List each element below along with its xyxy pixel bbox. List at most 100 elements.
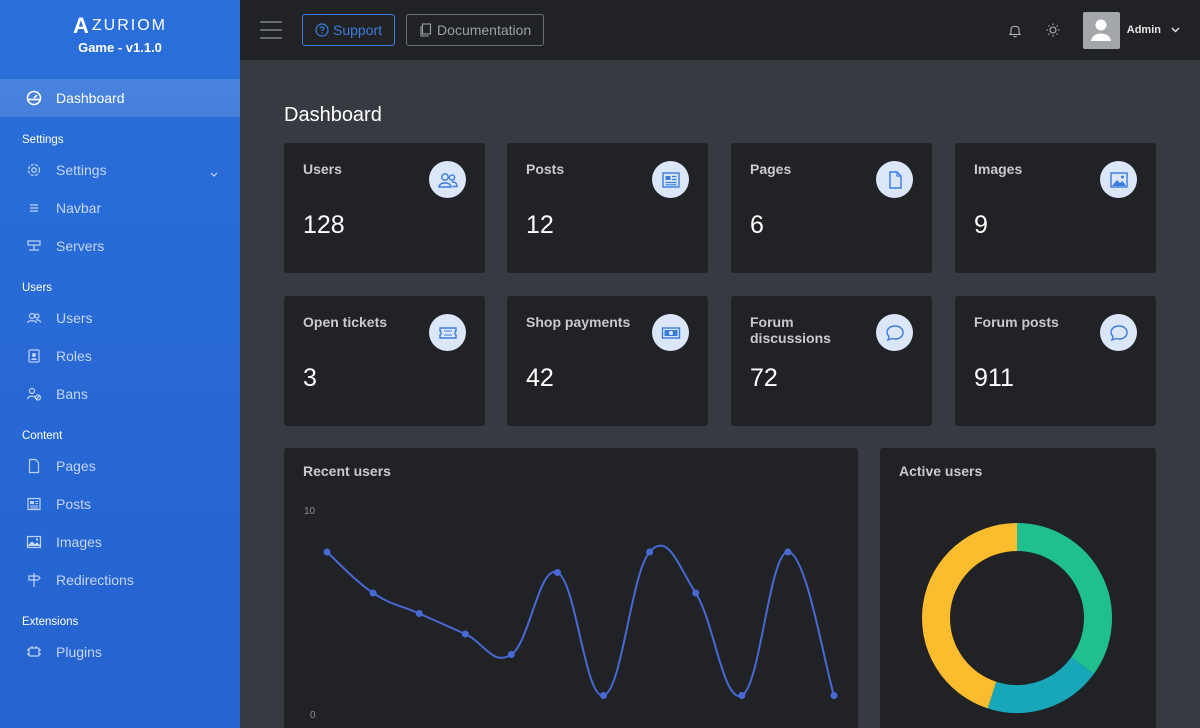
- ticket-icon: [429, 314, 466, 351]
- stat-value: 72: [750, 364, 778, 392]
- sidebar-item-label: Posts: [56, 496, 92, 512]
- brand-subtitle: Game - v1.1.0: [78, 40, 162, 55]
- puzzle-icon: [26, 644, 42, 660]
- server-icon: [26, 238, 42, 254]
- sidebar-item-settings[interactable]: Settings: [0, 151, 240, 189]
- sidebar-section-content: Content: [22, 430, 63, 442]
- chevron-down-icon: [210, 165, 218, 181]
- sidebar: A ZURIOM Game - v1.1.0 Dashboard Settings…: [0, 0, 240, 728]
- stat-label: Images: [974, 161, 1023, 177]
- stat-label: Pages: [750, 161, 792, 177]
- brand-logo-initial: A: [73, 13, 91, 38]
- active-users-chart: [922, 523, 1112, 713]
- support-button[interactable]: Support: [302, 14, 396, 46]
- series-line: [326, 544, 835, 697]
- sidebar-item-label: Plugins: [56, 644, 102, 660]
- donut-slice[interactable]: [1016, 523, 1112, 674]
- support-button-label: Support: [333, 22, 383, 38]
- gear-icon: [26, 162, 42, 178]
- stat-card-images: Images 9: [955, 143, 1156, 273]
- stat-value: 911: [974, 364, 1014, 392]
- donut-slice[interactable]: [922, 523, 1018, 709]
- chevron-down-icon[interactable]: [1171, 27, 1180, 33]
- sun-icon[interactable]: [1045, 22, 1061, 38]
- user-name[interactable]: Admin: [1127, 24, 1161, 36]
- stat-card-open-tickets: Open tickets 3: [284, 296, 485, 426]
- stat-value: 9: [974, 211, 988, 239]
- bell-icon[interactable]: [1007, 22, 1023, 38]
- data-point[interactable]: [507, 651, 515, 658]
- data-point[interactable]: [600, 692, 608, 699]
- users-icon: [26, 310, 42, 326]
- stat-value: 42: [526, 364, 554, 392]
- page-title: Dashboard: [284, 104, 382, 126]
- sidebar-item-label: Users: [56, 310, 93, 326]
- sidebar-item-plugins[interactable]: Plugins: [0, 633, 240, 671]
- data-point[interactable]: [323, 548, 331, 556]
- menu-toggle-icon[interactable]: [260, 21, 282, 39]
- brand[interactable]: A ZURIOM Game - v1.1.0: [0, 0, 240, 68]
- user-ban-icon: [26, 386, 42, 402]
- chat-bubble-icon: [876, 314, 913, 351]
- sidebar-section-users: Users: [22, 282, 53, 294]
- sidebar-item-label: Redirections: [56, 572, 134, 588]
- sidebar-item-roles[interactable]: Roles: [0, 337, 240, 375]
- stat-value: 3: [303, 364, 317, 392]
- sidebar-item-pages[interactable]: Pages: [0, 447, 240, 485]
- brand-logo-text: ZURIOM: [91, 17, 167, 34]
- data-point[interactable]: [553, 569, 561, 576]
- sidebar-item-dashboard[interactable]: Dashboard: [0, 79, 240, 117]
- data-point[interactable]: [692, 589, 700, 597]
- cash-icon: [652, 314, 689, 351]
- stat-card-shop-payments: Shop payments 42: [507, 296, 708, 426]
- sidebar-item-label: Roles: [56, 348, 92, 364]
- data-point[interactable]: [369, 589, 377, 597]
- stat-card-forum-discussions: Forum discussions 72: [731, 296, 932, 426]
- active-users-panel: Active users: [880, 448, 1156, 728]
- stat-label: Forum posts: [974, 314, 1059, 330]
- sidebar-item-label: Bans: [56, 386, 88, 402]
- avatar[interactable]: [1082, 11, 1120, 49]
- chat-bubble-icon: [1100, 314, 1137, 351]
- sidebar-item-users[interactable]: Users: [0, 299, 240, 337]
- sidebar-item-label: Pages: [56, 458, 96, 474]
- sidebar-item-bans[interactable]: Bans: [0, 375, 240, 413]
- badge-icon: [26, 348, 42, 364]
- image-icon: [26, 534, 42, 550]
- topbar-right: Admin: [1007, 0, 1200, 60]
- recent-users-chart: [323, 544, 838, 699]
- sidebar-item-label: Images: [56, 534, 102, 550]
- stat-label: Forum discussions: [750, 314, 831, 346]
- sidebar-item-navbar[interactable]: Navbar: [0, 189, 240, 227]
- donut-slice[interactable]: [987, 656, 1094, 713]
- sidebar-item-label: Servers: [56, 238, 105, 254]
- data-point[interactable]: [738, 692, 746, 699]
- sidebar-section-extensions: Extensions: [22, 616, 79, 628]
- sidebar-item-posts[interactable]: Posts: [0, 485, 240, 523]
- stat-label: Users: [303, 161, 342, 177]
- brand-logo: A ZURIOM: [73, 13, 167, 39]
- stat-label: Shop payments: [526, 314, 631, 330]
- data-point[interactable]: [461, 630, 469, 638]
- sidebar-item-images[interactable]: Images: [0, 523, 240, 561]
- sidebar-item-label: Settings: [56, 162, 107, 178]
- sidebar-item-servers[interactable]: Servers: [0, 227, 240, 265]
- documentation-button[interactable]: Documentation: [406, 14, 545, 46]
- data-point[interactable]: [830, 692, 838, 699]
- newspaper-icon: [26, 496, 42, 512]
- data-point[interactable]: [415, 610, 423, 617]
- documentation-button-label: Documentation: [437, 22, 532, 38]
- stat-card-forum-posts: Forum posts 911: [955, 296, 1156, 426]
- data-point[interactable]: [784, 548, 792, 556]
- data-point[interactable]: [646, 548, 654, 556]
- sidebar-item-redirections[interactable]: Redirections: [0, 561, 240, 599]
- sidebar-item-label: Navbar: [56, 200, 102, 216]
- stat-card-users: Users 128: [284, 143, 485, 273]
- users-icon: [429, 161, 466, 198]
- dashboard-icon: [26, 90, 42, 106]
- sidebar-item-label: Dashboard: [56, 90, 125, 106]
- question-circle-icon: [315, 23, 329, 37]
- stat-label: Posts: [526, 161, 565, 177]
- stat-label: Open tickets: [303, 314, 388, 330]
- documents-icon: [419, 23, 433, 37]
